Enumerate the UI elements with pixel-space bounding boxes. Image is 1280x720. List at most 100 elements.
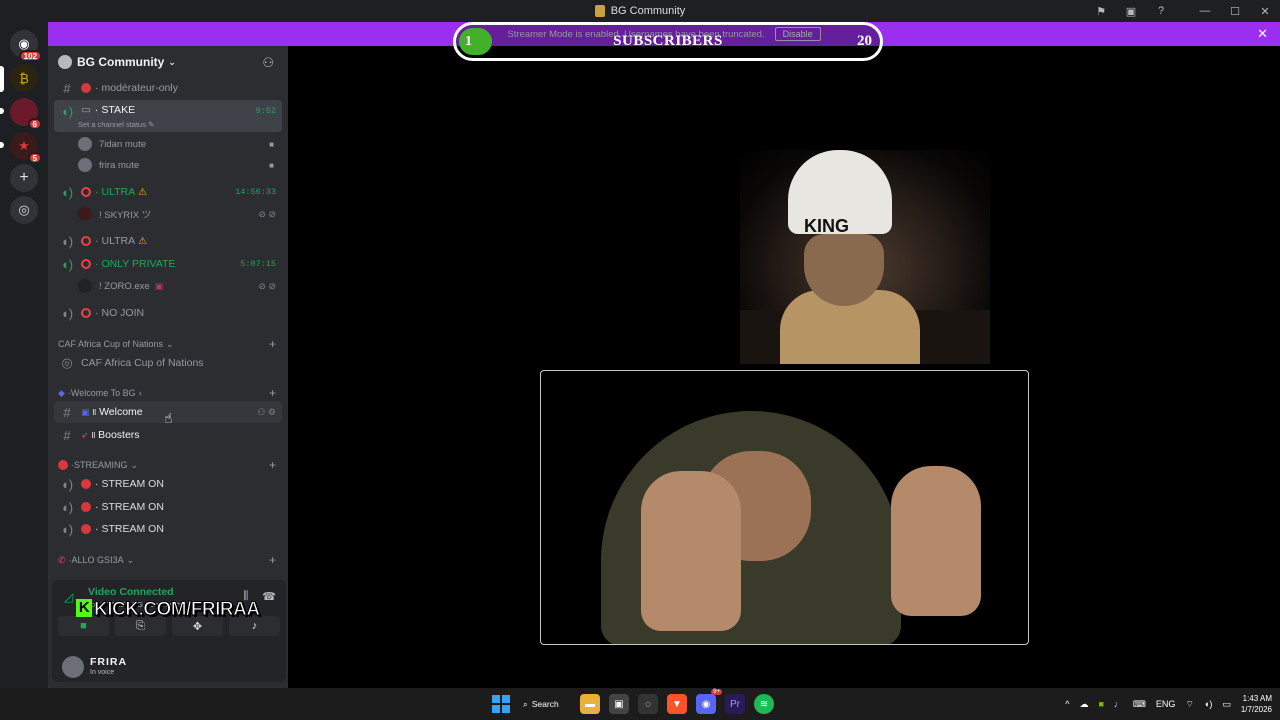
voice-user-7idan[interactable]: 7idan mute ■ — [78, 134, 278, 154]
language-indicator[interactable]: ENG — [1156, 699, 1176, 709]
warning-icon: ⚠ — [138, 186, 148, 198]
close-window-icon[interactable]: ✕ — [1250, 0, 1280, 22]
user-name: ! SKYRIX ツ — [99, 210, 152, 221]
dm-home-button[interactable]: ◉ 102 — [10, 30, 42, 62]
inbox-icon[interactable]: ⚑ — [1086, 0, 1116, 22]
add-server-icon[interactable]: + — [10, 164, 38, 192]
keyboard-icon[interactable]: ⌨ — [1133, 699, 1146, 710]
disconnect-icon[interactable]: ☎ — [262, 590, 276, 603]
server-three-badge: 6 — [27, 118, 42, 130]
volume-icon[interactable]: ◖) — [1204, 699, 1212, 709]
cloud-icon[interactable]: ☁ — [1079, 699, 1088, 710]
status-text: Set a channel status — [78, 120, 146, 129]
channel-ultra-2[interactable]: ◖) · ULTRA ⚠ — [54, 230, 282, 252]
server-bg-community[interactable]: ₿ — [10, 64, 38, 92]
channel-sidebar: BG Community ⌄ ⚇ # · modérateur-only ◖) … — [48, 46, 288, 688]
voice-user-frira[interactable]: frira mute ■ — [78, 155, 278, 175]
user-name: ! ZORO.exe — [99, 280, 150, 292]
user-avatar[interactable] — [62, 656, 84, 678]
server-badge-icon — [58, 55, 72, 69]
channel-stream-on-3[interactable]: ◖) · STREAM ON — [54, 518, 282, 540]
voice-user-skyrix[interactable]: ! SKYRIX ツ ⊘ ⊘ — [78, 204, 278, 224]
channel-label: ULTRA — [101, 186, 136, 198]
channel-label: Boosters — [98, 429, 140, 441]
channel-actions[interactable]: ⚇ ⚙ — [257, 407, 276, 418]
no-entry-icon — [81, 236, 91, 246]
thumbs-up-icon: ◆ — [58, 387, 65, 398]
file-explorer-icon[interactable]: ▬ — [580, 694, 600, 714]
app-icon-3[interactable]: ◌ — [638, 694, 658, 714]
help-icon[interactable]: ? — [1146, 0, 1176, 22]
user-name: FRIRA — [90, 656, 128, 668]
subscriber-goal-overlay: 1 SUBSCRIBERS 20 — [453, 22, 883, 61]
red-dot-icon — [81, 502, 91, 512]
minimize-icon[interactable]: — — [1190, 0, 1220, 22]
search-label: Search — [531, 699, 559, 709]
voice-live-icon: ◖) — [60, 184, 74, 200]
channel-label: ULTRA — [101, 235, 136, 247]
discover-icon[interactable]: ◎ — [10, 196, 38, 224]
taskbar-search[interactable]: ⌕ Search — [519, 693, 571, 715]
clock-time: 1:43 AM — [1242, 694, 1272, 703]
channel-label: STREAM ON — [101, 523, 164, 535]
server-four[interactable]: ★ 5 — [10, 132, 42, 164]
chevron-up-icon[interactable]: ^ — [1065, 699, 1069, 709]
clock-date: 1/7/2026 — [1240, 705, 1272, 714]
channel-only-private[interactable]: ◖) · ONLY PRIVATE 5:07:15 — [54, 253, 282, 275]
add-channel-icon[interactable]: + — [269, 386, 276, 400]
channel-label: STREAM ON — [101, 501, 164, 513]
channel-ultra-1[interactable]: ◖) · ULTRA ⚠ 14:56:33 — [54, 181, 282, 203]
wifi-icon[interactable]: ⌔ — [1185, 699, 1193, 710]
voice-timer: 9:52 — [255, 106, 276, 116]
server-three[interactable]: 6 — [10, 98, 42, 130]
set-channel-status[interactable]: Set a channel status ✎ — [78, 120, 154, 129]
battery-icon[interactable]: ▭ — [1222, 699, 1231, 710]
clock[interactable]: 1:43 AM 1/7/2026 — [1241, 693, 1272, 715]
channel-stream-on-1[interactable]: ◖) · STREAM ON — [54, 473, 282, 495]
video-tile[interactable] — [540, 370, 1029, 645]
voice-live-icon: ◖) — [60, 104, 74, 119]
channel-boosters[interactable]: # ➶ ll Boosters — [54, 424, 282, 446]
phone-icon: ✆ — [58, 554, 66, 565]
add-channel-icon[interactable]: + — [269, 337, 276, 351]
unread-pill-2 — [0, 142, 4, 148]
kick-text: KICK.COM/FRIRAA — [94, 599, 261, 621]
channel-no-join[interactable]: ◖) · NO JOIN — [54, 302, 282, 324]
channel-label: STAKE — [101, 104, 136, 116]
channel-moderateur[interactable]: # · modérateur-only — [54, 77, 282, 99]
discord-badge: 9+ — [711, 689, 722, 695]
category-allo[interactable]: ✆ · ALLO GSI3A ⌄ + — [58, 553, 280, 567]
muted-deafened-icons: ⊘ ⊘ — [258, 208, 276, 219]
category-caf[interactable]: CAF Africa Cup of Nations ⌄ + — [58, 337, 280, 351]
badge-icon: ▣ — [154, 280, 164, 291]
discord-taskbar-icon[interactable]: ◉ 9+ — [696, 689, 722, 714]
app-icon-2[interactable]: ▣ — [609, 694, 629, 714]
premiere-icon[interactable]: Pr — [725, 694, 745, 714]
spotify-icon[interactable]: ≋ — [754, 694, 774, 714]
channel-label: Welcome — [99, 406, 143, 418]
category-streaming[interactable]: · STREAMING ⌄ + — [58, 458, 280, 472]
brave-icon[interactable]: ▼ — [667, 694, 687, 714]
add-channel-icon[interactable]: + — [269, 553, 276, 567]
mic-icon[interactable]: ♩ — [1114, 699, 1123, 709]
start-button[interactable] — [492, 695, 510, 713]
user-name: frira mute — [99, 159, 140, 171]
selected-pill — [0, 66, 4, 92]
title-bar: BG Community ⚑ ▣ ? — ☐ ✕ — [0, 0, 1280, 22]
video-tile-hand-right — [891, 466, 981, 616]
user-name: 7idan mute — [99, 138, 147, 150]
category-welcome[interactable]: ◆ · Welcome To BG › + — [58, 386, 280, 400]
server-header[interactable]: BG Community ⌄ ⚇ — [48, 46, 288, 78]
screen-icon[interactable]: ▣ — [1116, 0, 1146, 22]
voice-user-zoro[interactable]: ! ZORO.exe ▣ ⊘ ⊘ — [78, 276, 278, 296]
speaker-icon: ◖) — [60, 499, 74, 515]
maximize-icon[interactable]: ☐ — [1220, 0, 1250, 22]
add-channel-icon[interactable]: + — [269, 458, 276, 472]
close-banner-icon[interactable]: ✕ — [1257, 26, 1268, 42]
system-tray: ^ ☁ ■ ♩ ⌨ ENG ⌔ ◖) ▭ 1:43 AM 1/7/2026 — [1065, 692, 1272, 716]
channel-caf[interactable]: ◎ CAF Africa Cup of Nations — [54, 352, 282, 374]
channel-stream-on-2[interactable]: ◖) · STREAM ON — [54, 496, 282, 518]
invite-people-icon[interactable]: ⚇ — [262, 55, 274, 71]
nvidia-icon[interactable]: ■ — [1098, 699, 1103, 709]
chevron-down-icon: ⌄ — [130, 459, 139, 470]
